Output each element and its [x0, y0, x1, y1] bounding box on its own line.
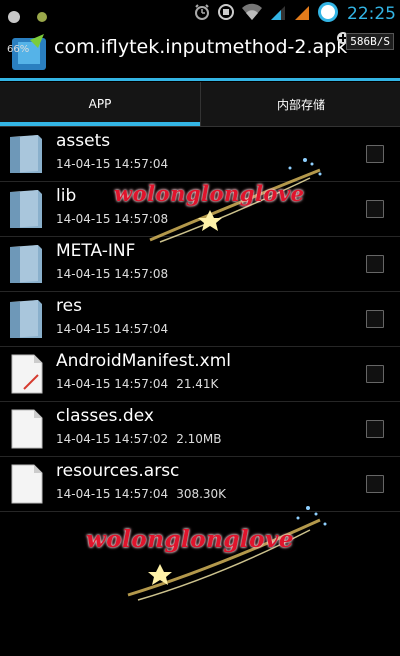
list-item[interactable]: resources.arsc 14-04-15 14:57:04 308.30K: [0, 457, 400, 512]
select-checkbox[interactable]: [366, 145, 384, 163]
status-bar: 22:25: [0, 0, 400, 28]
signal-icon-1: [269, 3, 287, 25]
tab-app[interactable]: APP: [0, 82, 200, 126]
list-item[interactable]: assets 14-04-15 14:57:04: [0, 127, 400, 182]
file-size: 21.41K: [176, 377, 219, 391]
title-divider: [0, 78, 400, 81]
folder-icon: [8, 298, 44, 340]
watermark-text-bottom: wolonglonglove: [86, 526, 294, 553]
file-date: 14-04-15 14:57:08: [56, 212, 169, 226]
folder-icon: [8, 188, 44, 230]
file-meta: 14-04-15 14:57:04 308.30K: [56, 487, 226, 501]
file-meta: 14-04-15 14:57:04: [56, 322, 168, 336]
file-meta: 14-04-15 14:57:08: [56, 267, 168, 281]
file-meta: 14-04-15 14:57:02 2.10MB: [56, 432, 222, 446]
list-item[interactable]: lib 14-04-15 14:57:08: [0, 182, 400, 237]
list-item[interactable]: classes.dex 14-04-15 14:57:02 2.10MB: [0, 402, 400, 457]
file-list: assets 14-04-15 14:57:04 lib 14-04-15 14…: [0, 127, 400, 512]
file-name: assets: [56, 131, 111, 151]
select-checkbox[interactable]: [366, 365, 384, 383]
folder-icon: [8, 243, 44, 285]
select-checkbox[interactable]: [366, 475, 384, 493]
file-name: classes.dex: [56, 406, 154, 426]
file-name: META-INF: [56, 241, 136, 261]
file-icon: [8, 408, 44, 450]
battery-percent: 66%: [7, 44, 30, 55]
file-meta: 14-04-15 14:57:04 21.41K: [56, 377, 218, 391]
page-title: com.iflytek.inputmethod-2.apk: [54, 36, 348, 58]
file-name: lib: [56, 186, 77, 206]
file-icon: [8, 463, 44, 505]
alarm-icon: [193, 3, 211, 25]
select-checkbox[interactable]: [366, 200, 384, 218]
file-meta: 14-04-15 14:57:08: [56, 212, 168, 226]
notification-icon: [8, 10, 20, 23]
tab-app-label: APP: [88, 97, 112, 111]
file-name: AndroidManifest.xml: [56, 351, 232, 371]
xml-file-icon: [8, 353, 44, 395]
file-size: 2.10MB: [176, 432, 222, 446]
app-notification-icon: [37, 11, 48, 22]
file-date: 14-04-15 14:57:08: [56, 267, 169, 281]
file-date: 14-04-15 14:57:04: [56, 322, 169, 336]
select-checkbox[interactable]: [366, 255, 384, 273]
file-name: res: [56, 296, 82, 316]
select-checkbox[interactable]: [366, 310, 384, 328]
battery-icon: [317, 1, 339, 27]
status-clock: 22:25: [347, 4, 396, 24]
file-date: 14-04-15 14:57:04: [56, 157, 169, 171]
tab-internal-storage[interactable]: 内部存储: [200, 82, 400, 126]
signal-icon-2: [293, 3, 311, 25]
file-meta: 14-04-15 14:57:04: [56, 157, 168, 171]
sparkle-decoration-bottom: [127, 506, 327, 601]
data-saver-icon: [217, 3, 235, 25]
file-name: resources.arsc: [56, 461, 180, 481]
file-date: 14-04-15 14:57:04: [56, 487, 169, 501]
tab-internal-storage-label: 内部存储: [276, 97, 325, 112]
folder-icon: [8, 133, 44, 175]
wifi-icon: [241, 3, 263, 25]
net-speed: 586B/S: [346, 33, 394, 50]
list-item[interactable]: AndroidManifest.xml 14-04-15 14:57:04 21.…: [0, 347, 400, 402]
file-size: 308.30K: [176, 487, 227, 501]
file-date: 14-04-15 14:57:02: [56, 432, 169, 446]
tab-bar: APP 内部存储: [0, 82, 400, 126]
list-item[interactable]: META-INF 14-04-15 14:57:08: [0, 237, 400, 292]
file-date: 14-04-15 14:57:04: [56, 377, 169, 391]
list-item[interactable]: res 14-04-15 14:57:04: [0, 292, 400, 347]
title-bar: 66% com.iflytek.inputmethod-2.apk 586B/S: [0, 28, 400, 78]
select-checkbox[interactable]: [366, 420, 384, 438]
